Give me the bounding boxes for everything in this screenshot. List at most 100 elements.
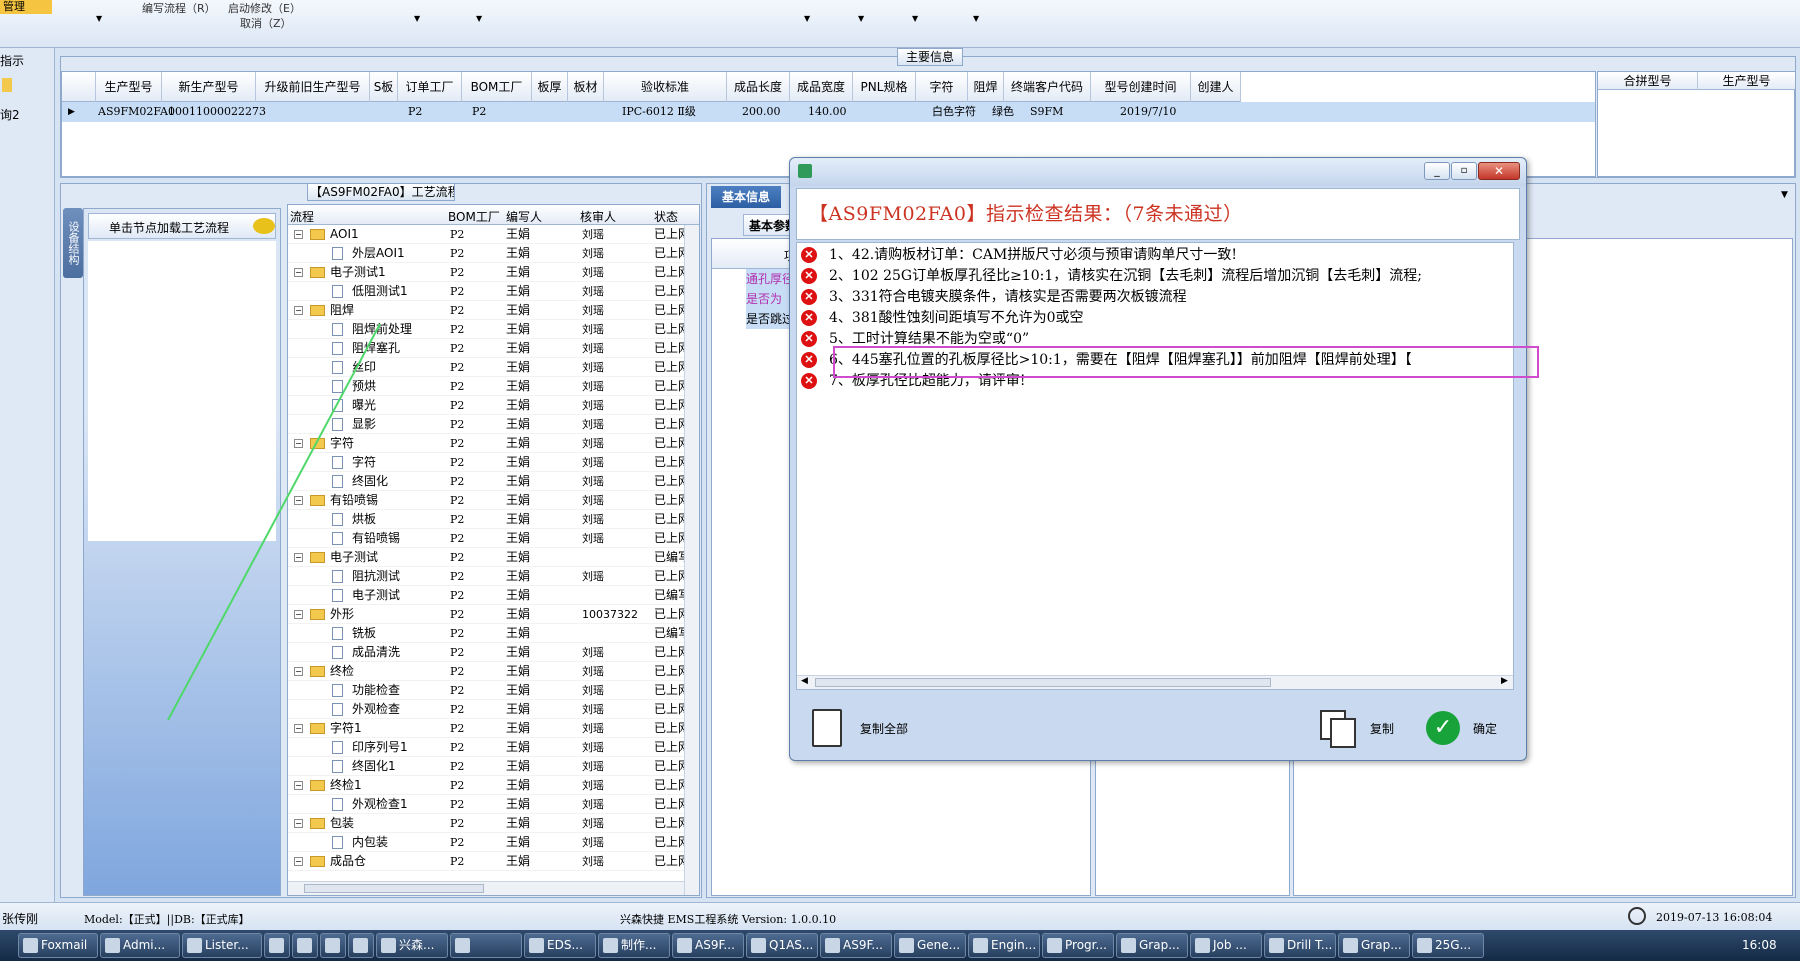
- col-header[interactable]: 终端客户代码: [1004, 72, 1091, 102]
- cell[interactable]: AS9FM02FA0: [98, 102, 175, 122]
- chevron-down-icon[interactable]: ▼: [1781, 190, 1788, 200]
- chevron-down-icon[interactable]: ▼: [96, 14, 102, 23]
- load-flow-bar[interactable]: 单击节点加载工艺流程: [88, 213, 276, 239]
- message-row[interactable]: ✕ 2、102 25G订单板厚孔径比≥10:1，请核实在沉铜【去毛刺】流程后增加沉…: [797, 266, 1513, 287]
- toolbar-cancel[interactable]: 取消（Z）: [240, 15, 292, 31]
- taskbar-button[interactable]: Admi...: [100, 933, 180, 958]
- col-header[interactable]: 合拼型号: [1598, 72, 1698, 90]
- table-row[interactable]: ▶ AS9FM02FA0 10011000022273 P2 P2 IPC-60…: [62, 102, 1595, 122]
- cell[interactable]: 10011000022273: [168, 102, 266, 122]
- cell[interactable]: 绿色: [992, 102, 1014, 122]
- hscroll-thumb[interactable]: [815, 678, 1271, 687]
- col-header[interactable]: S板: [370, 72, 398, 102]
- cell[interactable]: 白色字符: [932, 102, 976, 122]
- taskbar-button[interactable]: Q1AS...: [746, 933, 818, 958]
- col-header[interactable]: BOM工厂: [448, 208, 500, 225]
- cell[interactable]: P2: [408, 102, 422, 122]
- collapse-toggle-icon[interactable]: −: [294, 857, 303, 866]
- chevron-down-icon[interactable]: ▼: [476, 14, 482, 23]
- taskbar-button[interactable]: 兴森...: [376, 933, 448, 958]
- copy-icon[interactable]: [1320, 710, 1358, 748]
- col-header[interactable]: 编写人: [506, 208, 542, 225]
- cell[interactable]: IPC-6012 Ⅱ级: [622, 102, 696, 122]
- tree-row[interactable]: − 终检1 P2 王娟 刘瑶 已上网: [288, 776, 699, 795]
- hscroll-thumb[interactable]: [304, 884, 484, 893]
- checkmark-icon[interactable]: ✓: [1426, 711, 1460, 745]
- col-header[interactable]: 板材: [568, 72, 604, 102]
- cell[interactable]: S9FM: [1030, 102, 1063, 122]
- taskbar-button[interactable]: Foxmail: [18, 933, 98, 958]
- tab-equipment-structure[interactable]: 设备结构: [63, 208, 83, 278]
- col-header[interactable]: 升级前旧生产型号: [256, 72, 370, 102]
- col-header[interactable]: 状态: [654, 208, 678, 225]
- chevron-down-icon[interactable]: ▼: [912, 14, 918, 23]
- close-icon[interactable]: ✕: [1478, 162, 1520, 180]
- taskbar-button[interactable]: [264, 933, 290, 958]
- col-header[interactable]: 成品宽度: [790, 72, 853, 102]
- tree-scrollbar[interactable]: [684, 225, 699, 895]
- col-header[interactable]: 订单工厂: [398, 72, 462, 102]
- col-header[interactable]: PNL规格: [853, 72, 916, 102]
- cell[interactable]: 140.00: [808, 102, 847, 122]
- col-header[interactable]: 成品长度: [727, 72, 790, 102]
- copy-button[interactable]: 复制: [1370, 720, 1394, 737]
- col-header[interactable]: BOM工厂: [462, 72, 532, 102]
- taskbar-button[interactable]: [320, 933, 346, 958]
- cell[interactable]: 200.00: [742, 102, 781, 122]
- col-header[interactable]: 型号创建时间: [1091, 72, 1191, 102]
- tree-row[interactable]: − 成品仓 P2 王娟 刘瑶 已上网: [288, 852, 699, 871]
- taskbar-button[interactable]: EDS...: [524, 933, 596, 958]
- taskbar-button[interactable]: [348, 933, 374, 958]
- cell[interactable]: 2019/7/10: [1120, 102, 1176, 122]
- taskbar-button[interactable]: Job ...: [1190, 933, 1262, 958]
- message-hscrollbar[interactable]: ◀ ▶: [797, 675, 1513, 689]
- taskbar-button[interactable]: Grap...: [1116, 933, 1188, 958]
- col-header[interactable]: 验收标准: [604, 72, 727, 102]
- col-header[interactable]: 字符: [916, 72, 968, 102]
- taskbar-button[interactable]: AS9F...: [820, 933, 892, 958]
- taskbar-button[interactable]: Gene...: [894, 933, 966, 958]
- collapse-toggle-icon[interactable]: −: [294, 781, 303, 790]
- taskbar-button[interactable]: AS9F...: [672, 933, 744, 958]
- message-row[interactable]: ✕ 4、381酸性蚀刻间距填写不允许为0或空: [797, 308, 1513, 329]
- taskbar-button[interactable]: 25G...: [1412, 933, 1484, 958]
- tree-row[interactable]: 外层AOI1 P2 王娟 刘瑶 已上网: [288, 244, 699, 263]
- tab-basic-info[interactable]: 基本信息: [711, 186, 781, 208]
- document-icon[interactable]: [812, 709, 842, 747]
- message-row[interactable]: ✕ 3、331符合电镀夹膜条件，请核实是否需要两次板镀流程: [797, 287, 1513, 308]
- tree-row[interactable]: − 阻焊 P2 王娟 刘瑶 已上网: [288, 301, 699, 320]
- chevron-down-icon[interactable]: ▼: [414, 14, 420, 23]
- minimize-icon[interactable]: _: [1424, 162, 1450, 180]
- collapse-toggle-icon[interactable]: −: [294, 306, 303, 315]
- toolbar-write-flow[interactable]: 编写流程（R）: [142, 0, 216, 16]
- tree-row[interactable]: 终固化1 P2 王娟 刘瑶 已上网: [288, 757, 699, 776]
- copy-all-button[interactable]: 复制全部: [860, 720, 908, 737]
- col-header[interactable]: 创建人: [1191, 72, 1241, 102]
- chevron-left-icon[interactable]: ◀: [801, 676, 808, 686]
- taskbar-button[interactable]: [292, 933, 318, 958]
- taskbar-button[interactable]: Engin...: [968, 933, 1040, 958]
- taskbar-button[interactable]: Progr...: [1042, 933, 1114, 958]
- col-header[interactable]: 板厚: [532, 72, 568, 102]
- dialog-titlebar[interactable]: _ ▫ ✕: [790, 158, 1526, 186]
- ok-button[interactable]: 确定: [1473, 720, 1497, 737]
- cell[interactable]: P2: [472, 102, 486, 122]
- message-row[interactable]: ✕ 1、42.请购板材订单：CAM拼版尺寸必须与预审请购单尺寸一致!: [797, 245, 1513, 266]
- nav-item-instruction[interactable]: 指示: [0, 52, 24, 69]
- maximize-icon[interactable]: ▫: [1451, 162, 1477, 180]
- col-header[interactable]: 流程: [290, 208, 440, 225]
- col-header[interactable]: 生产型号: [1698, 72, 1795, 90]
- tree-row[interactable]: 外观检查1 P2 王娟 刘瑶 已上网: [288, 795, 699, 814]
- taskbar-button[interactable]: Drill T...: [1264, 933, 1336, 958]
- tree-row[interactable]: 印序列号1 P2 王娟 刘瑶 已上网: [288, 738, 699, 757]
- col-header[interactable]: 阻焊: [968, 72, 1004, 102]
- tree-row[interactable]: − 电子测试1 P2 王娟 刘瑶 已上网: [288, 263, 699, 282]
- toolbar-start-modify[interactable]: 启动修改（E）: [228, 0, 301, 16]
- tree-row[interactable]: 低阻测试1 P2 王娟 刘瑶 已上网: [288, 282, 699, 301]
- taskbar-button[interactable]: [450, 933, 522, 958]
- col-header[interactable]: 生产型号: [96, 72, 162, 102]
- tree-row[interactable]: − 包装 P2 王娟 刘瑶 已上网: [288, 814, 699, 833]
- collapse-toggle-icon[interactable]: −: [294, 268, 303, 277]
- collapse-toggle-icon[interactable]: −: [294, 230, 303, 239]
- taskbar-button[interactable]: 制作...: [598, 933, 670, 958]
